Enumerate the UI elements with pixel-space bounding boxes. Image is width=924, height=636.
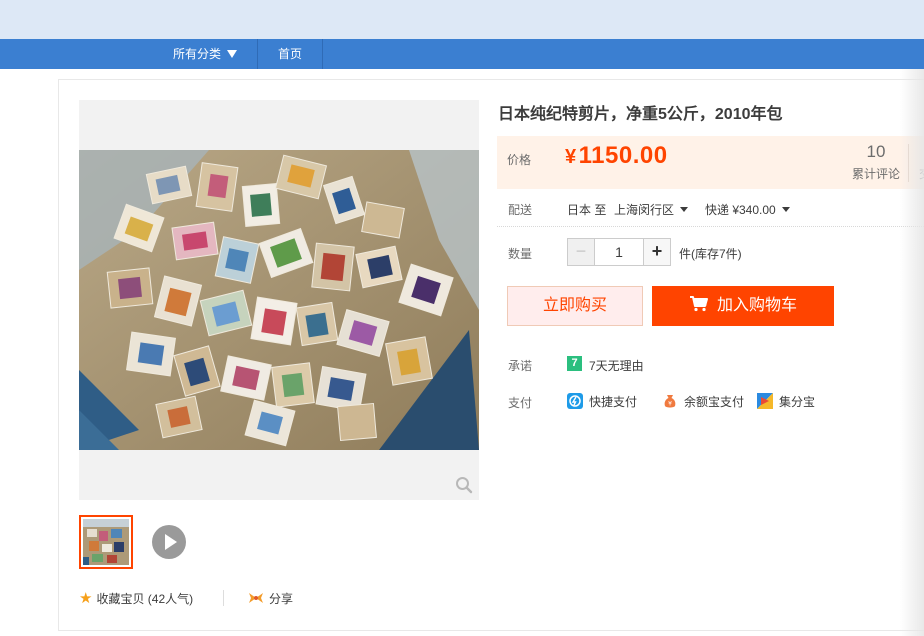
seven-day-return-icon: 7 bbox=[567, 356, 582, 371]
ship-to-select[interactable]: 上海闵行区 bbox=[614, 201, 689, 218]
page-edge-shadow bbox=[900, 69, 924, 636]
shipping-label: 配送 bbox=[508, 203, 533, 217]
star-icon: ★ bbox=[79, 590, 93, 607]
home-link[interactable]: 首页 bbox=[258, 39, 323, 69]
share-button[interactable]: 分享 bbox=[248, 590, 293, 608]
product-photo[interactable] bbox=[79, 150, 479, 450]
share-icon bbox=[248, 591, 264, 603]
seven-day-return-link[interactable]: 7天无理由 bbox=[589, 357, 644, 374]
divider bbox=[223, 590, 224, 606]
product-title: 日本纯纪特剪片，净重5公斤，2010年包 bbox=[498, 106, 783, 123]
buy-now-button[interactable]: 立即购买 bbox=[507, 286, 643, 326]
jifenbao-label: 集分宝 bbox=[779, 395, 816, 409]
jifenbao-icon bbox=[757, 393, 773, 409]
play-icon bbox=[165, 534, 177, 550]
price-panel: 价格 ¥1150.00 10 累计评论 交 bbox=[497, 136, 924, 189]
money-bag-icon: ¥ bbox=[662, 393, 678, 409]
favorite-label: 收藏宝贝 (42人气) bbox=[96, 592, 194, 606]
svg-text:¥: ¥ bbox=[668, 401, 672, 408]
price-value: ¥1150.00 bbox=[565, 142, 668, 170]
caret-down-icon bbox=[781, 207, 790, 212]
thumbnail-image[interactable] bbox=[79, 515, 133, 569]
shipping-fee-select[interactable]: 快递 ¥340.00 bbox=[705, 201, 790, 218]
all-categories-label: 所有分类 bbox=[173, 47, 222, 61]
quick-pay-icon bbox=[567, 393, 583, 409]
currency-symbol: ¥ bbox=[565, 146, 577, 168]
price-amount: 1150.00 bbox=[578, 142, 668, 169]
price-label: 价格 bbox=[507, 153, 532, 167]
triangle-down-icon bbox=[227, 50, 238, 58]
quantity-increase-button[interactable]: + bbox=[643, 238, 671, 266]
category-nav: 所有分类 首页 bbox=[0, 39, 924, 69]
cart-icon bbox=[689, 288, 709, 312]
add-to-cart-button[interactable]: 加入购物车 bbox=[652, 286, 834, 326]
play-video-button[interactable] bbox=[152, 525, 186, 559]
favorite-button[interactable]: ★ 收藏宝贝 (42人气) bbox=[79, 590, 193, 608]
quantity-input[interactable] bbox=[594, 238, 644, 266]
payment-jifenbao[interactable]: 集分宝 bbox=[757, 393, 815, 409]
quantity-label: 数量 bbox=[508, 247, 533, 261]
share-label: 分享 bbox=[269, 592, 294, 606]
yuebao-label: 余额宝支付 bbox=[684, 395, 745, 409]
promise-label: 承诺 bbox=[508, 359, 533, 373]
caret-down-icon bbox=[680, 207, 689, 212]
payment-label: 支付 bbox=[508, 396, 533, 410]
top-banner bbox=[0, 0, 924, 39]
ship-to-value: 上海闵行区 bbox=[614, 203, 675, 217]
ship-from: 日本 至 bbox=[567, 203, 607, 217]
divider bbox=[497, 226, 924, 227]
quick-pay-label: 快捷支付 bbox=[589, 395, 638, 409]
payment-quick-pay[interactable]: 快捷支付 bbox=[567, 393, 637, 409]
payment-yuebao[interactable]: ¥ 余额宝支付 bbox=[662, 393, 744, 409]
all-categories-menu[interactable]: 所有分类 bbox=[158, 39, 258, 69]
zoom-icon[interactable] bbox=[455, 476, 473, 494]
stock-info: 件(库存7件) bbox=[679, 247, 742, 261]
quantity-decrease-button[interactable]: − bbox=[567, 238, 595, 266]
add-to-cart-label: 加入购物车 bbox=[716, 297, 797, 314]
shipping-fee-value: 快递 ¥340.00 bbox=[705, 203, 776, 217]
